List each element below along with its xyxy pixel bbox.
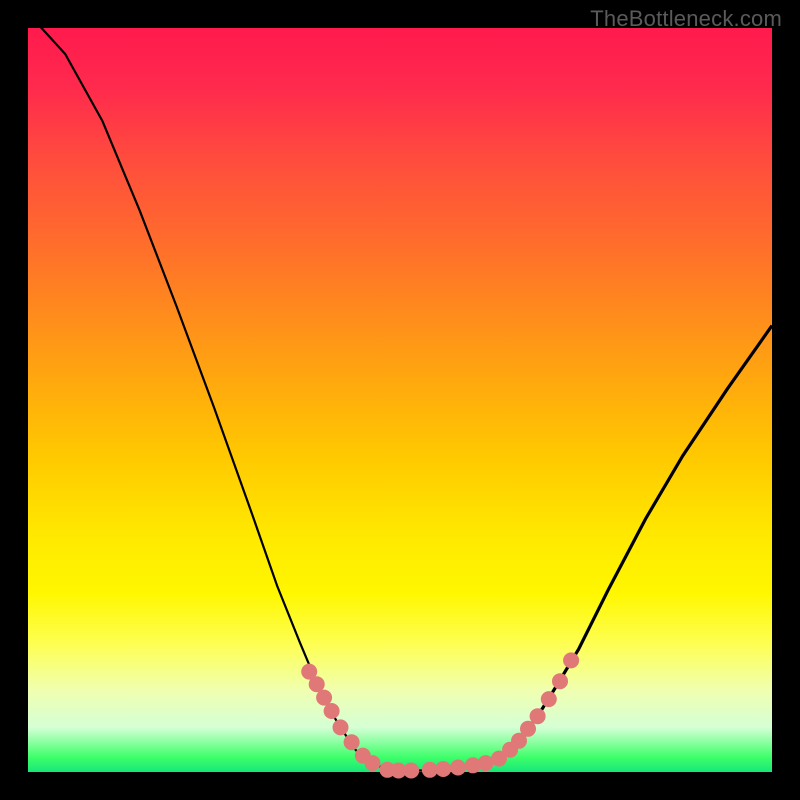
marker-left [309, 676, 325, 692]
chart-container: TheBottleneck.com [0, 0, 800, 800]
marker-floor [450, 760, 466, 776]
left-descent-line [28, 13, 370, 765]
marker-right [530, 708, 546, 724]
marker-floor [403, 763, 419, 779]
marker-left [333, 719, 349, 735]
marker-group [301, 652, 579, 778]
marker-right [541, 691, 557, 707]
plot-area [28, 28, 772, 772]
marker-left [324, 703, 340, 719]
marker-right [552, 673, 568, 689]
marker-floor [435, 761, 451, 777]
marker-right [520, 721, 536, 737]
right-ascent-line [504, 326, 772, 756]
curve-group [28, 13, 772, 770]
marker-left [316, 690, 332, 706]
curve-svg [28, 28, 772, 772]
marker-left [365, 755, 381, 771]
marker-left [344, 734, 360, 750]
marker-right [563, 652, 579, 668]
